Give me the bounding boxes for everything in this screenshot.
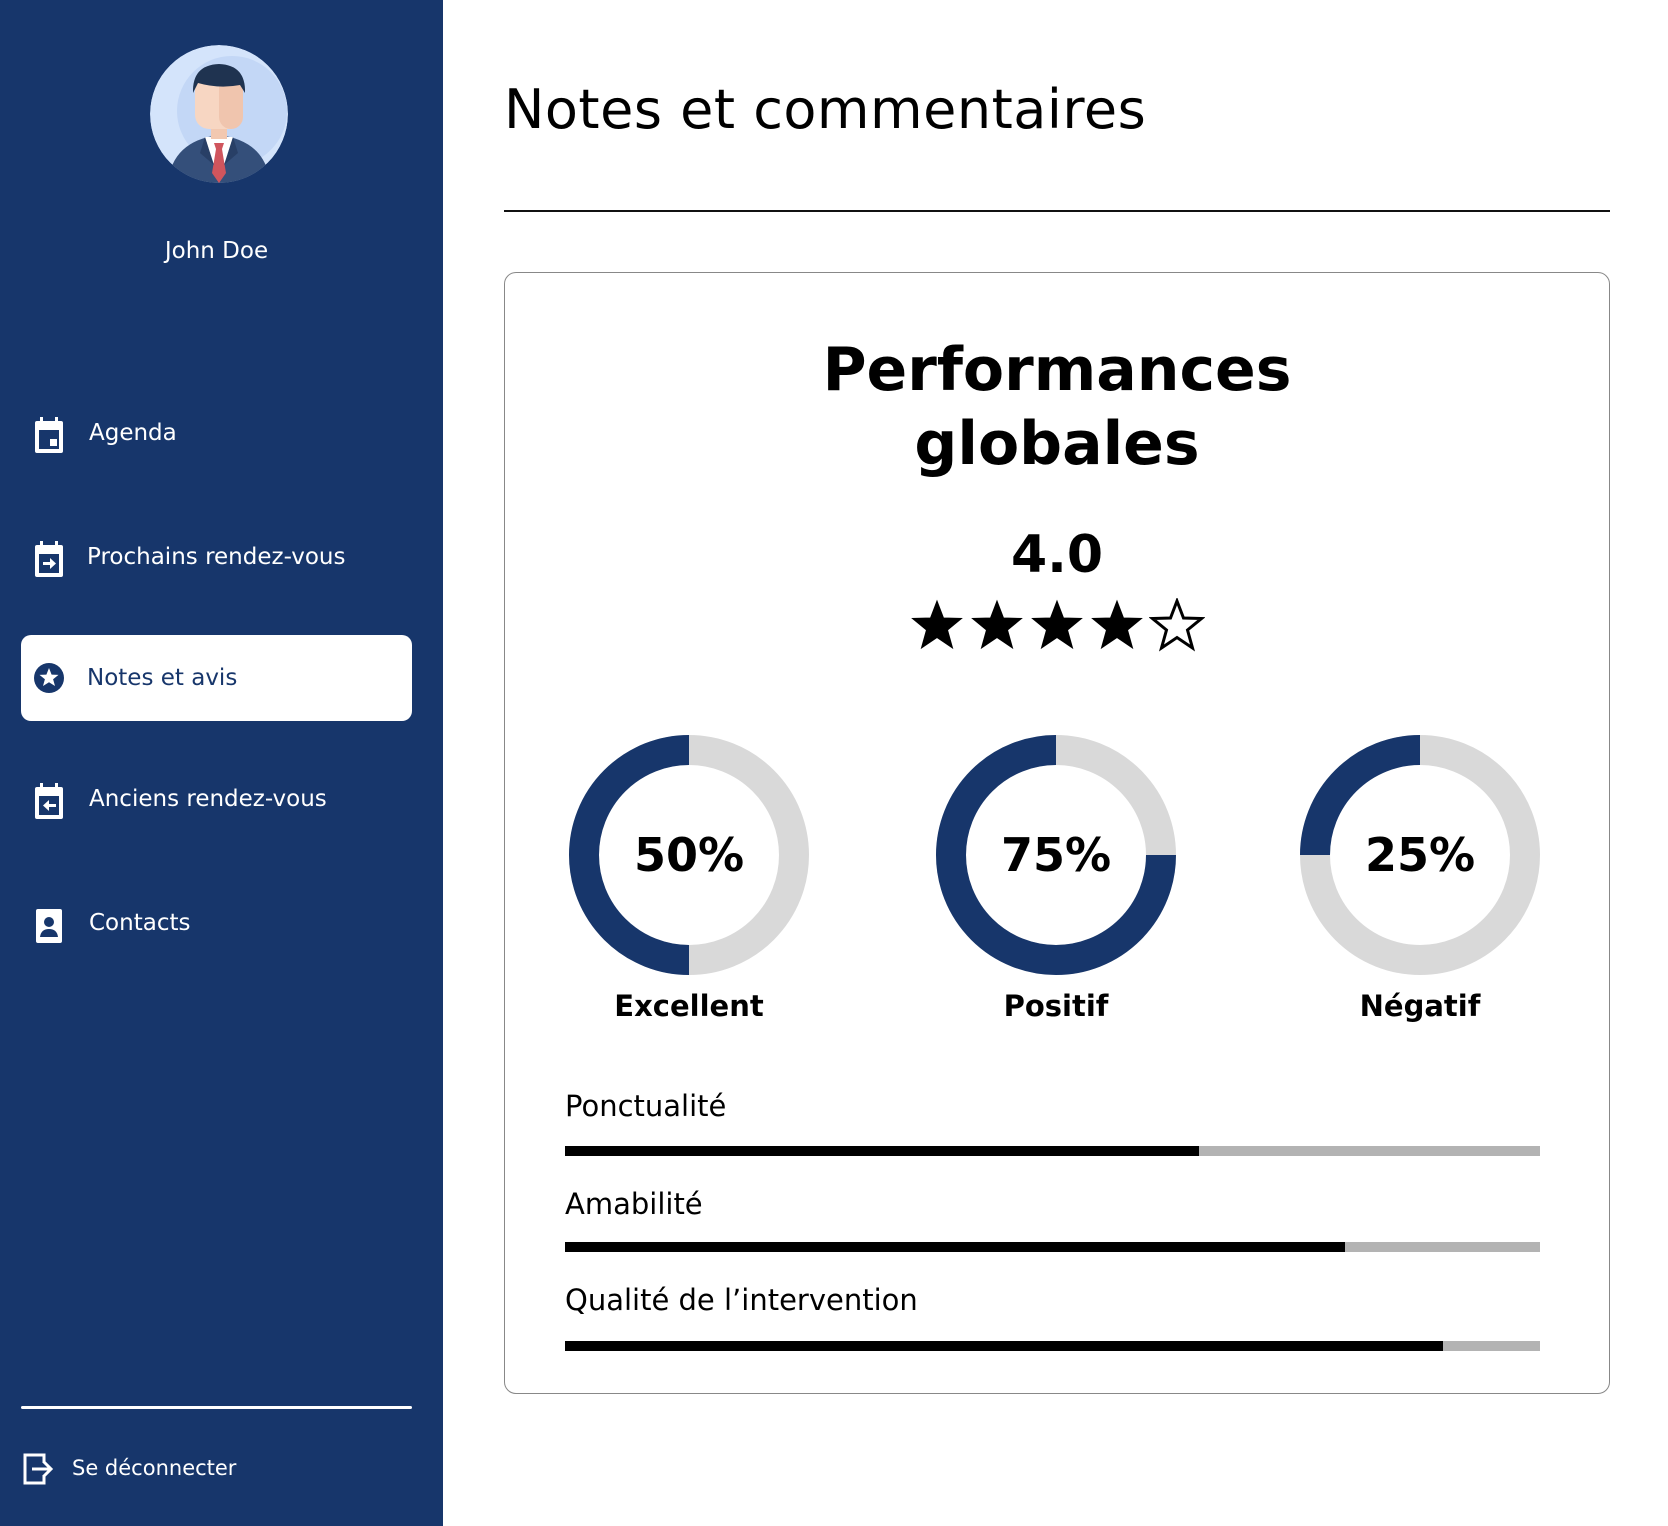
user-name: John Doe — [164, 238, 269, 264]
bar-label-qualite: Qualité de l’intervention — [565, 1283, 918, 1317]
sidebar-item-label: Anciens rendez-vous — [89, 786, 327, 812]
calendar-icon — [33, 417, 65, 455]
sidebar-divider — [21, 1406, 412, 1409]
performance-card: Performances globales 4.0 50% Excellent … — [504, 272, 1610, 1394]
sidebar-item-prochains-rendez-vous[interactable]: Prochains rendez-vous — [21, 514, 412, 600]
logout-label: Se déconnecter — [72, 1456, 237, 1480]
sidebar-item-anciens-rendez-vous[interactable]: Anciens rendez-vous — [21, 756, 412, 842]
star-filled-icon — [911, 599, 963, 650]
donut-label: Excellent — [614, 989, 764, 1023]
performance-title: Performances globales — [505, 333, 1609, 481]
calendar-arrow-left-icon — [33, 783, 65, 821]
page-title: Notes et commentaires — [504, 78, 1147, 141]
bar-fill — [565, 1242, 1345, 1252]
contact-card-icon — [33, 907, 65, 945]
donut-label: Positif — [1003, 989, 1109, 1023]
donut-excellent: 50% — [569, 735, 809, 975]
donut-value: 50% — [633, 828, 745, 882]
donut-value: 75% — [1000, 828, 1112, 882]
sidebar-item-label: Prochains rendez-vous — [87, 544, 346, 570]
sidebar-item-agenda[interactable]: Agenda — [21, 390, 412, 476]
sidebar-item-label: Notes et avis — [87, 665, 238, 691]
bar-label-amabilite: Amabilité — [565, 1187, 703, 1221]
user-avatar-icon — [150, 45, 288, 183]
star-filled-icon — [971, 599, 1023, 650]
sidebar: John Doe Agenda Prochains rendez-vous No… — [0, 0, 443, 1526]
donut-negatif: 25% — [1300, 735, 1540, 975]
donut-label: Négatif — [1359, 989, 1481, 1023]
sidebar-item-notes-et-avis[interactable]: Notes et avis — [21, 635, 412, 721]
bar-track-qualite — [565, 1341, 1540, 1351]
logout-button[interactable]: Se déconnecter — [22, 1445, 322, 1491]
sidebar-item-contacts[interactable]: Contacts — [21, 880, 412, 966]
star-filled-icon — [1031, 599, 1083, 650]
logout-icon — [22, 1451, 56, 1487]
bar-track-ponctualite — [565, 1146, 1540, 1156]
star-badge-icon — [33, 659, 65, 697]
star-filled-icon — [1091, 599, 1143, 650]
donut-value: 25% — [1364, 828, 1476, 882]
bar-fill — [565, 1341, 1443, 1351]
sidebar-item-label: Contacts — [89, 910, 191, 936]
star-empty-icon — [1149, 598, 1205, 652]
avatar[interactable] — [150, 45, 288, 183]
bar-fill — [565, 1146, 1199, 1156]
calendar-arrow-right-icon — [33, 541, 65, 579]
sidebar-item-label: Agenda — [89, 420, 177, 446]
bar-track-amabilite — [565, 1242, 1540, 1252]
donut-positif: 75% — [936, 735, 1176, 975]
overall-rating-value: 4.0 — [1010, 525, 1104, 585]
bar-label-ponctualite: Ponctualité — [565, 1089, 727, 1123]
star-rating — [505, 598, 1609, 658]
title-divider — [504, 210, 1610, 212]
performance-title-text: Performances globales — [822, 335, 1292, 479]
